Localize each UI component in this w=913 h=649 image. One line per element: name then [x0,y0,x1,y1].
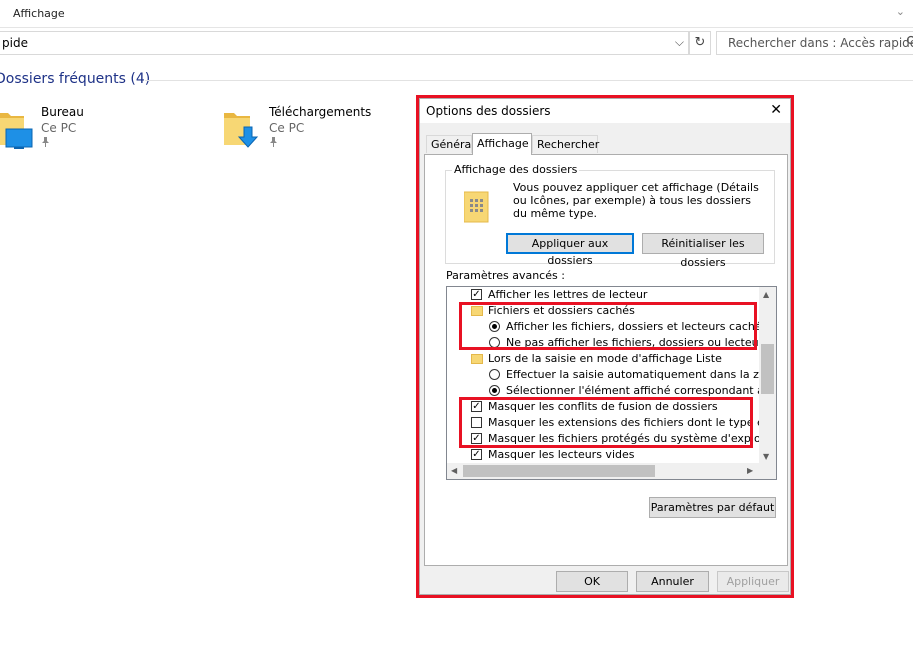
folder-tile-telechargements[interactable]: Téléchargements Ce PC [224,103,384,153]
tab-panel-affichage: Affichage des dossiers Vous pouvez appli… [424,154,788,566]
tab-rechercher[interactable]: Rechercher [532,135,599,153]
address-bar[interactable]: pide ⌵ [0,31,689,55]
setting-label: Afficher les lettres de lecteur [488,288,648,301]
tile-location: Ce PC [41,121,77,135]
setting-label: Masquer les lecteurs vides [488,448,635,461]
folder-view-description: Vous pouvez appliquer cet affichage (Dét… [513,181,759,220]
setting-label: Effectuer la saisie automatiquement dans… [506,368,761,381]
dialog-title: Options des dossiers [426,104,551,118]
refresh-icon[interactable]: ↻ [689,31,711,55]
search-icon [906,35,913,50]
tile-name: Bureau [41,105,84,119]
address-text: pide [2,36,28,50]
folder-view-icon [463,190,492,224]
setting-show-drive-letters[interactable]: ✓ Afficher les lettres de lecteur [471,287,761,303]
checkbox-checked[interactable]: ✓ [471,449,482,460]
setting-hide-empty-drives[interactable]: ✓ Masquer les lecteurs vides [471,447,761,463]
tab-general[interactable]: Général [426,135,474,153]
radio-selected[interactable] [489,385,500,396]
ribbon-bar: Affichage ⌄ [0,0,913,28]
ribbon-expand-chevron-icon[interactable]: ⌄ [896,5,905,18]
vertical-scrollbar[interactable]: ▲ ▼ [759,287,776,464]
scroll-right-icon[interactable]: ▶ [747,466,753,475]
apply-to-folders-button[interactable]: Appliquer aux dossiers [506,233,634,267]
horizontal-scrollbar[interactable]: ◀ ▶ [447,463,776,479]
address-dropdown-icon[interactable]: ⌵ [675,35,684,50]
pin-icon [269,137,278,150]
scroll-left-icon[interactable]: ◀ [451,466,457,475]
vertical-scroll-thumb[interactable] [761,344,774,394]
tab-affichage[interactable]: Affichage [472,133,532,155]
cancel-button[interactable]: Annuler [636,571,709,592]
reset-folders-button[interactable]: Réinitialiser les dossiers [642,233,764,269]
search-placeholder: Rechercher dans : Accès rapide [728,36,913,50]
highlight-box-hidden-files [459,302,757,350]
ok-button[interactable]: OK [556,571,628,592]
setting-group-list-typing: Lors de la saisie en mode d'affichage Li… [471,351,761,367]
apply-button[interactable]: Appliquer [717,571,789,592]
highlight-box-hide-options [459,397,753,448]
folder-view-group: Affichage des dossiers Vous pouvez appli… [445,163,775,269]
section-divider [145,80,913,81]
tile-location: Ce PC [269,121,305,135]
setting-label: Lors de la saisie en mode d'affichage Li… [488,352,722,365]
checkbox-checked[interactable]: ✓ [471,289,482,300]
restore-defaults-button[interactable]: Paramètres par défaut [649,497,776,518]
setting-auto-type-search[interactable]: Effectuer la saisie automatiquement dans… [489,367,761,383]
folder-tile-bureau[interactable]: Bureau Ce PC [0,103,138,153]
scroll-up-icon[interactable]: ▲ [763,290,769,299]
pin-icon [41,137,50,150]
downloads-folder-icon [224,107,264,151]
address-row: pide ⌵ ↻ Rechercher dans : Accès rapide [0,31,913,55]
ribbon-tab-view[interactable]: Affichage [13,7,65,20]
close-icon[interactable]: ✕ [770,102,782,118]
radio-unselected[interactable] [489,369,500,380]
folder-icon [471,354,483,364]
horizontal-scroll-thumb[interactable] [463,465,655,477]
advanced-settings-label: Paramètres avancés : [446,269,565,282]
search-input[interactable]: Rechercher dans : Accès rapide [716,31,913,55]
frequent-folders-header[interactable]: Dossiers fréquents (4) [0,71,150,87]
desktop-folder-icon [0,107,38,151]
group-label: Affichage des dossiers [452,163,580,176]
dialog-titlebar[interactable]: Options des dossiers ✕ [420,99,790,123]
scroll-down-icon[interactable]: ▼ [763,452,769,461]
tile-name: Téléchargements [269,105,372,119]
